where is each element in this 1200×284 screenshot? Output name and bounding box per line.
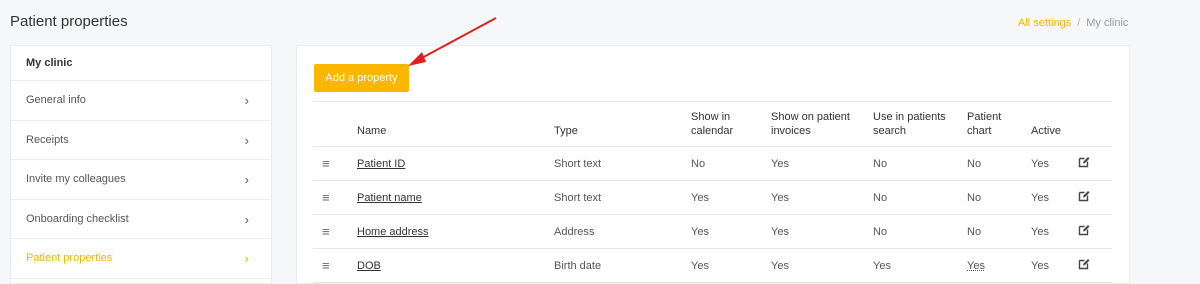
sidebar-header: My clinic — [11, 46, 271, 81]
table-row: ≡ DOB Birth date Yes Yes Yes Yes Yes — [313, 248, 1112, 283]
chevron-right-icon: › — [244, 93, 249, 108]
properties-table: Name Type Show in calendar Show on patie… — [313, 101, 1112, 283]
sidebar-item-label: Patient properties — [26, 252, 113, 264]
breadcrumb-all-settings-link[interactable]: All settings — [1018, 17, 1071, 29]
table-row: ≡ Patient ID Short text No Yes No No Yes — [313, 146, 1112, 181]
table-row: ≡ Patient name Short text Yes Yes No No … — [313, 180, 1112, 215]
show-on-invoices-value: Yes — [771, 214, 873, 249]
header-show-on-invoices: Show on patient invoices — [771, 101, 873, 147]
sidebar-item-invite-colleagues[interactable]: Invite my colleagues › — [11, 160, 271, 200]
sidebar-item-label: Receipts — [26, 133, 69, 146]
sidebar-item-onboarding-checklist[interactable]: Onboarding checklist › — [11, 200, 271, 239]
chevron-right-icon: › — [244, 132, 249, 148]
property-type: Birth date — [554, 248, 691, 283]
drag-handle-icon[interactable]: ≡ — [313, 248, 357, 283]
header-edit — [1078, 101, 1112, 147]
property-type: Short text — [554, 146, 691, 181]
settings-sidebar: My clinic General info › Receipts › Invi… — [10, 45, 272, 284]
show-in-calendar-value: Yes — [691, 214, 771, 249]
use-in-search-value: No — [873, 180, 967, 215]
property-type: Address — [554, 214, 691, 249]
table-header-row: Name Type Show in calendar Show on patie… — [313, 101, 1112, 147]
use-in-search-value: No — [873, 146, 967, 181]
use-in-search-value: Yes — [873, 248, 967, 283]
show-in-calendar-value: No — [691, 146, 771, 181]
page-title: Patient properties — [10, 13, 128, 30]
show-on-invoices-value: Yes — [771, 248, 873, 283]
patient-chart-value: Yes — [967, 248, 1031, 283]
property-type: Short text — [554, 180, 691, 215]
chevron-right-icon: › — [244, 211, 249, 227]
patient-chart-value: No — [967, 180, 1031, 215]
sidebar-item-label: Onboarding checklist — [26, 212, 129, 225]
table-row: ≡ Home address Address Yes Yes No No Yes — [313, 214, 1112, 249]
breadcrumb-separator: / — [1077, 17, 1081, 29]
properties-panel: Add a property Name Type Show in calenda… — [296, 45, 1130, 284]
header-name: Name — [357, 101, 554, 147]
active-value: Yes — [1031, 248, 1078, 283]
show-in-calendar-value: Yes — [691, 248, 771, 283]
edit-icon[interactable] — [1078, 146, 1112, 181]
patient-chart-value: No — [967, 214, 1031, 249]
sidebar-item-general-info[interactable]: General info › — [11, 81, 271, 121]
header-drag — [313, 101, 357, 147]
chevron-right-icon: › — [244, 251, 249, 266]
header-active: Active — [1031, 101, 1078, 147]
edit-icon[interactable] — [1078, 248, 1112, 283]
property-name-link[interactable]: Patient name — [357, 192, 422, 204]
chevron-right-icon: › — [244, 172, 249, 187]
show-in-calendar-value: Yes — [691, 180, 771, 215]
header-type: Type — [554, 101, 691, 147]
edit-icon[interactable] — [1078, 214, 1112, 249]
property-name-link[interactable]: DOB — [357, 260, 381, 272]
property-name-link[interactable]: Home address — [357, 226, 429, 238]
sidebar-item-label: Invite my colleagues — [26, 173, 126, 185]
show-on-invoices-value: Yes — [771, 146, 873, 181]
patient-chart-value: No — [967, 146, 1031, 181]
breadcrumb: All settings / My clinic — [1018, 17, 1128, 29]
drag-handle-icon[interactable]: ≡ — [313, 146, 357, 181]
annotation-arrow — [408, 17, 497, 66]
property-name-link[interactable]: Patient ID — [357, 158, 405, 170]
drag-handle-icon[interactable]: ≡ — [313, 214, 357, 249]
use-in-search-value: No — [873, 214, 967, 249]
sidebar-item-receipts[interactable]: Receipts › — [11, 121, 271, 160]
header-patient-chart: Patient chart — [967, 101, 1031, 147]
drag-handle-icon[interactable]: ≡ — [313, 180, 357, 215]
active-value: Yes — [1031, 214, 1078, 249]
sidebar-item-label: General info — [26, 94, 86, 106]
show-on-invoices-value: Yes — [771, 180, 873, 215]
active-value: Yes — [1031, 180, 1078, 215]
sidebar-item-patient-properties[interactable]: Patient properties › — [11, 239, 271, 279]
edit-icon[interactable] — [1078, 180, 1112, 215]
add-property-button[interactable]: Add a property — [314, 64, 409, 92]
active-value: Yes — [1031, 146, 1078, 181]
header-use-in-search: Use in patients search — [873, 101, 967, 147]
header-show-in-calendar: Show in calendar — [691, 101, 771, 147]
breadcrumb-current: My clinic — [1086, 17, 1129, 29]
